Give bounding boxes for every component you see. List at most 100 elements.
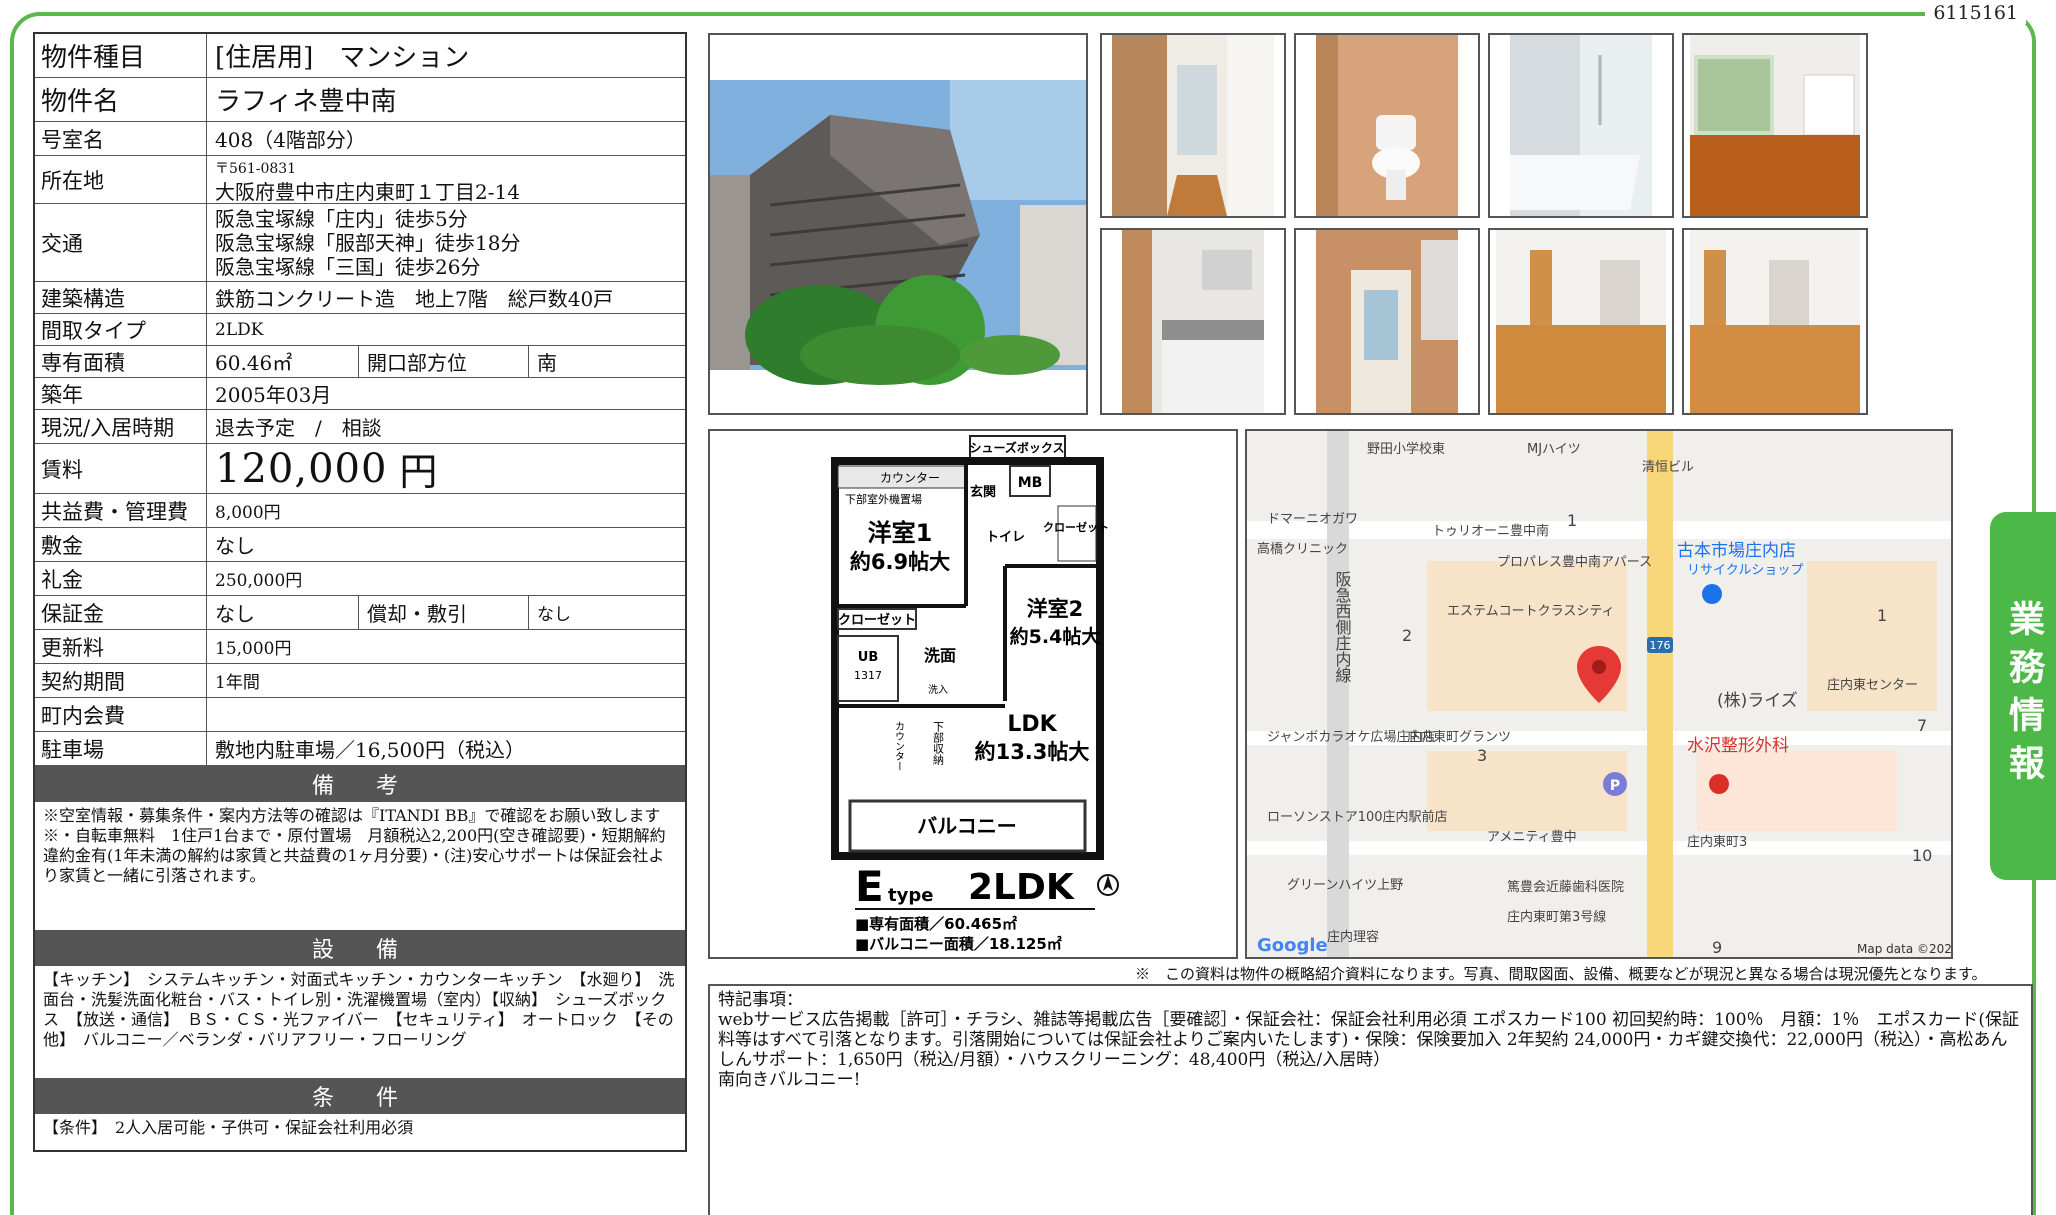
guarantee-row-values: なし 償却・敷引 なし: [207, 596, 685, 629]
renewal-value: 15,000円: [215, 639, 292, 659]
disclaimer-notice: ※ この資料は物件の概略紹介資料になります。写真、間取図面、設備、概要などが現況…: [1135, 965, 1987, 983]
guarantee-value: なし: [207, 596, 359, 629]
plan-room1-size: 約6.9帖大: [850, 550, 950, 574]
area-value: 60.46㎡: [207, 346, 359, 377]
conditions-text: 【条件】 2人入居可能・子供可・保証会社利用必須: [43, 1118, 414, 1137]
floor-plan-drawing: シューズボックス カウンター 下部室外機置場 洋室1 約6.9帖大 玄関 MB …: [831, 435, 1119, 953]
bedroom-image-1: [1490, 230, 1672, 413]
plan-counter-vertical: カウンター: [893, 721, 905, 771]
parking-label: 駐車場: [35, 732, 207, 765]
map-attribution: Map data ©2022: [1857, 942, 1951, 956]
bedroom-photo-1[interactable]: [1488, 228, 1674, 415]
layout-label: 間取タイプ: [35, 314, 207, 345]
remarks-text: ※空室情報・募集条件・案内方法等の確認は『ITANDI BB』で確認をお願い致し…: [43, 806, 666, 885]
built-value: 2005年03月: [215, 383, 332, 407]
plan-type-letter: E: [855, 862, 884, 911]
map-label-19: 篤豊会近藤歯科医院: [1507, 880, 1624, 895]
plan-ldk-size: 約13.3帖大: [975, 740, 1090, 764]
area-label: 専有面積: [35, 346, 207, 377]
toilet-photo[interactable]: [1294, 33, 1480, 218]
map-number-5: 10: [1912, 846, 1932, 865]
equipment-heading: 設 備: [35, 930, 685, 966]
rent-unit: 円: [399, 450, 438, 494]
plan-washer: 洗入: [928, 684, 948, 696]
plan-washer-area: 下部室外機置場: [845, 492, 922, 506]
structure-label: 建築構造: [35, 282, 207, 313]
map-label-22: 阪急西側庄内線: [1333, 571, 1352, 683]
remarks-heading: 備 考: [35, 766, 685, 802]
built-label: 築年: [35, 378, 207, 409]
plan-balcony-line: ■バルコニー面積／18.125㎡: [855, 935, 1062, 953]
plan-ub: UB: [858, 650, 878, 665]
bedroom-image-2: [1684, 230, 1866, 413]
plan-room2-name: 洋室2: [1027, 597, 1084, 621]
map-label-0: 野田小学校東: [1367, 441, 1445, 457]
direction-label: 開口部方位: [359, 346, 529, 377]
map-label-9: エステムコートクラスシティ: [1447, 604, 1615, 619]
map-label-21: 庄内東町第3号線: [1507, 909, 1606, 925]
plan-storage-vertical: 下部収納: [932, 721, 945, 766]
term-label: 契約期間: [35, 664, 207, 697]
map-label-6: プロパレス豊中南アパース: [1497, 554, 1652, 570]
plan-area-line: ■専有面積／60.465㎡: [855, 915, 1017, 933]
map-label-7: 古本市場庄内店: [1677, 541, 1796, 561]
kitchen-photo[interactable]: [1100, 228, 1286, 415]
toilet-image: [1296, 35, 1478, 216]
living-room-photo[interactable]: [1682, 33, 1868, 218]
town-fee-label: 町内会費: [35, 698, 207, 731]
map-label-2: 清恒ビル: [1642, 460, 1694, 475]
deposit-label: 敷金: [35, 528, 207, 561]
building-exterior-photo[interactable]: [708, 33, 1088, 415]
structure-value: 鉄筋コンクリート造 地上7階 総戸数40戸: [215, 287, 614, 311]
town-fee-value: [207, 698, 685, 731]
status-label: 現況/入居時期: [35, 410, 207, 443]
living-room-image: [1684, 35, 1866, 216]
bathroom-photo[interactable]: [1488, 33, 1674, 218]
map-number-4: 7: [1917, 716, 1927, 735]
special-notes-heading: 特記事項：: [718, 990, 803, 1010]
property-info-table: 物件種目 [住居用] マンション 物件名 ラフィネ豊中南 号室名 408（4階部…: [33, 32, 687, 1152]
bedroom-photo-2[interactable]: [1682, 228, 1868, 415]
plan-counter: カウンター: [880, 471, 940, 485]
entrance-door-image: [1296, 230, 1478, 413]
side-tab-label: 業務情報: [2003, 600, 2044, 792]
plan-closet-bar: クローゼット: [838, 612, 916, 628]
transit-line: 阪急宝塚線「三国」徒歩26分: [215, 254, 481, 279]
type-value: [住居用] マンション: [215, 43, 470, 73]
map-number-6: 9: [1712, 938, 1722, 957]
deposit-value: なし: [215, 534, 255, 558]
guarantee-label: 保証金: [35, 596, 207, 629]
layout-value: 2LDK: [215, 319, 264, 340]
entrance-door-photo[interactable]: [1294, 228, 1480, 415]
hallway-image: [1102, 35, 1284, 216]
address-text: 大阪府豊中市庄内東町１丁目2-14: [215, 179, 520, 204]
plan-room1-name: 洋室1: [868, 519, 933, 547]
term-value: 1年間: [215, 673, 260, 693]
type-label: 物件種目: [35, 34, 207, 77]
plan-room2-size: 約5.4帖大: [1010, 625, 1101, 648]
address-label: 所在地: [35, 156, 207, 203]
map-number-0: 1: [1567, 511, 1577, 530]
direction-value: 南: [537, 351, 557, 375]
room-value: 408（4階部分）: [215, 128, 366, 152]
transit-label: 交通: [35, 204, 207, 281]
map-number-3: 1: [1877, 606, 1887, 625]
name-label: 物件名: [35, 78, 207, 121]
floor-plan[interactable]: シューズボックス カウンター 下部室外機置場 洋室1 約6.9帖大 玄関 MB …: [708, 429, 1238, 959]
plan-type-word: type: [888, 885, 933, 906]
fee-value: 8,000円: [215, 503, 281, 523]
location-map[interactable]: 野田小学校東 MJハイツ 清恒ビル ドマーニオガワ トゥリオーニ豊中南 高橋クリ…: [1245, 429, 1953, 959]
building-image: [710, 35, 1086, 413]
conditions-heading: 条 件: [35, 1078, 685, 1114]
bathroom-image: [1490, 35, 1672, 216]
key-money-label: 礼金: [35, 562, 207, 595]
hallway-photo[interactable]: [1100, 33, 1286, 218]
map-label-15: ローソンストア100庄内駅前店: [1267, 809, 1448, 825]
map-label-20: 庄内理容: [1327, 929, 1379, 945]
key-money-value: 250,000円: [215, 571, 303, 591]
map-drawing: 野田小学校東 MJハイツ 清恒ビル ドマーニオガワ トゥリオーニ豊中南 高橋クリ…: [1247, 431, 1951, 957]
svg-text:P: P: [1610, 778, 1620, 794]
special-notes-line: webサービス広告掲載［許可］・チラシ、雑誌等掲載広告［要確認］・保証会社：保証…: [718, 1010, 2019, 1070]
business-info-tab[interactable]: 業務情報: [1990, 512, 2056, 880]
plan-entrance: 玄関: [970, 484, 996, 500]
